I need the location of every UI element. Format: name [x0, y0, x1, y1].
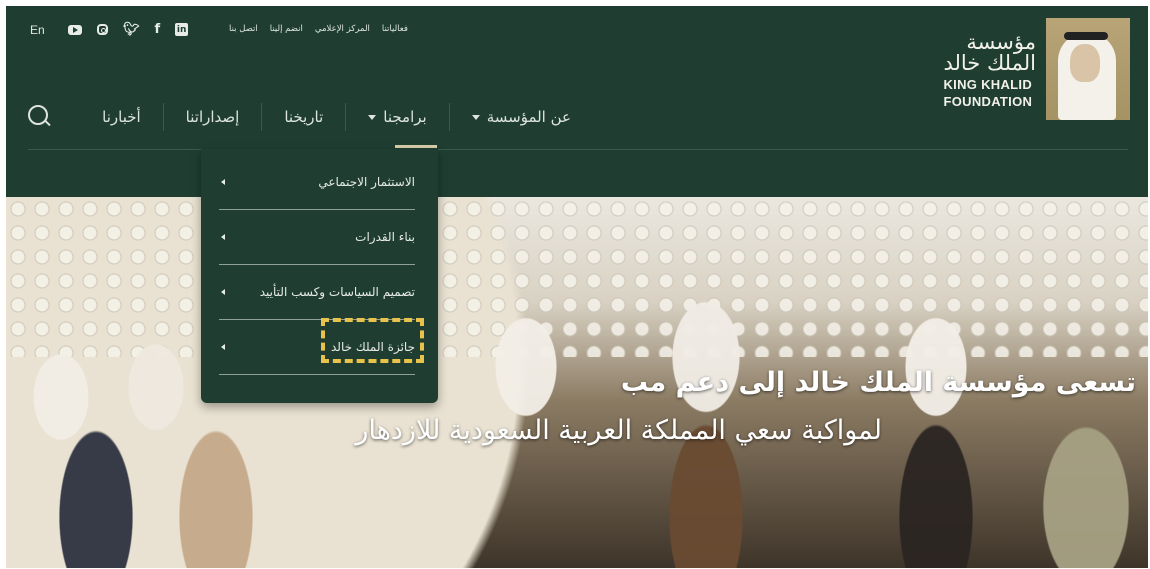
highlight-box: [321, 318, 424, 363]
top-link-join-us[interactable]: انضم إلينا: [270, 24, 303, 34]
logo-arabic-line1: مؤسسة: [966, 30, 1036, 54]
youtube-icon[interactable]: [68, 24, 82, 35]
nav-item-label: عن المؤسسة: [486, 108, 571, 126]
hero-subtitle: لمواكبة سعي المملكة العربية السعودية للا…: [355, 415, 882, 446]
dropdown-item-label: الاستثمار الاجتماعي: [318, 175, 415, 189]
nav-item-programs[interactable]: برامجنا: [345, 103, 448, 131]
nav-item-history[interactable]: تاريخنا: [261, 103, 345, 131]
search-icon[interactable]: [28, 105, 48, 125]
site-logo[interactable]: مؤسسة الملك خالد KING KHALID FOUNDATION: [943, 18, 1130, 120]
top-links: فعالياتنا المركز الإعلامي انضم إلينا اتص…: [229, 24, 408, 34]
hero-title: تسعى مؤسسة الملك خالد إلى دعم مب: [620, 367, 1136, 398]
portrait-agal: [1064, 32, 1108, 40]
dropdown-item-label: بناء القدرات: [355, 230, 415, 244]
nav-item-label: أخبارنا: [102, 108, 141, 126]
top-link-events[interactable]: فعالياتنا: [382, 24, 408, 34]
nav-item-label: تاريخنا: [284, 108, 324, 126]
programs-dropdown-menu: الاستثمار الاجتماعي بناء القدرات تصميم ا…: [201, 149, 438, 403]
hero-banner: تسعى مؤسسة الملك خالد إلى دعم مب لمواكبة…: [6, 197, 1148, 568]
top-link-media-center[interactable]: المركز الإعلامي: [315, 24, 370, 34]
logo-english-line2: FOUNDATION: [943, 94, 1033, 109]
chevron-left-icon: [221, 179, 225, 185]
logo-english-line1: KING KHALID: [943, 77, 1033, 92]
top-link-contact[interactable]: اتصل بنا: [229, 24, 258, 34]
linkedin-icon[interactable]: in: [175, 23, 189, 36]
instagram-icon[interactable]: [97, 24, 108, 35]
portrait-face: [1070, 44, 1100, 82]
nav-item-news[interactable]: أخبارنا: [80, 103, 163, 131]
nav-item-about[interactable]: عن المؤسسة: [448, 103, 593, 131]
chevron-down-icon: [368, 114, 377, 120]
facebook-icon[interactable]: f: [155, 22, 161, 37]
chevron-left-icon: [221, 344, 225, 350]
logo-wordmark: مؤسسة الملك خالد KING KHALID FOUNDATION: [943, 18, 1036, 109]
nav-item-label: إصداراتنا: [185, 108, 240, 126]
language-toggle[interactable]: En: [30, 23, 45, 37]
page-frame: En 🐦︎ f in فعالياتنا المركز الإعلامي انض…: [6, 6, 1148, 568]
dropdown-item-label: تصميم السياسات وكسب التأييد: [259, 285, 415, 299]
twitter-icon[interactable]: 🐦︎: [123, 22, 140, 37]
header-divider: [28, 149, 1128, 150]
king-portrait-image: [1046, 18, 1130, 120]
chevron-down-icon: [471, 114, 480, 120]
social-links: 🐦︎ f in: [68, 22, 189, 37]
nav-item-publications[interactable]: إصداراتنا: [162, 103, 262, 131]
logo-arabic-line2: الملك خالد: [943, 51, 1036, 75]
dropdown-item-capacity-building[interactable]: بناء القدرات: [219, 210, 415, 265]
nav-item-label: برامجنا: [383, 108, 427, 126]
main-nav: عن المؤسسة برامجنا تاريخنا إصداراتنا أخب…: [80, 103, 593, 131]
dropdown-item-policy-advocacy[interactable]: تصميم السياسات وكسب التأييد: [219, 265, 415, 320]
active-nav-indicator: [395, 145, 437, 148]
dropdown-item-social-investment[interactable]: الاستثمار الاجتماعي: [219, 155, 415, 210]
site-header: En 🐦︎ f in فعالياتنا المركز الإعلامي انض…: [6, 6, 1148, 197]
chevron-left-icon: [221, 289, 225, 295]
chevron-left-icon: [221, 234, 225, 240]
